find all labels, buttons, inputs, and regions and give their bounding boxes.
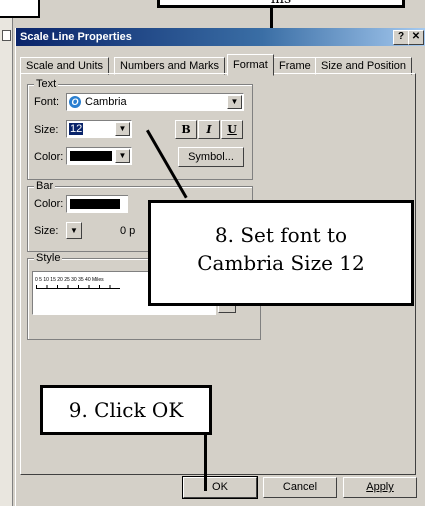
- bar-color-picker[interactable]: [66, 195, 128, 213]
- bar-size-value[interactable]: 0 p: [120, 225, 135, 237]
- bar-color-label: Color:: [34, 198, 64, 210]
- bold-button[interactable]: B: [175, 120, 197, 139]
- bar-size-label: Size:: [34, 225, 59, 237]
- ok-button[interactable]: OK: [182, 476, 258, 499]
- italic-button[interactable]: I: [198, 120, 220, 139]
- size-value: 12: [69, 123, 84, 135]
- symbol-button[interactable]: Symbol...: [178, 147, 244, 167]
- chevron-down-icon[interactable]: ▼: [115, 122, 130, 136]
- callout-partial-left: [0, 0, 40, 18]
- chevron-down-icon[interactable]: ▼: [227, 95, 242, 109]
- scale-preview-line: [36, 288, 120, 289]
- bar-size-spinner-down[interactable]: ▼: [66, 222, 82, 239]
- apply-button[interactable]: Apply: [343, 477, 417, 498]
- font-dropdown[interactable]: O Cambria ▼: [66, 93, 244, 111]
- tab-format[interactable]: Format: [227, 54, 274, 76]
- text-color-label: Color:: [34, 151, 64, 163]
- font-label: Font:: [34, 96, 60, 108]
- callout-click-ok-text: 9. Click OK: [68, 398, 184, 422]
- background-window-edge: [0, 0, 13, 506]
- text-group: Text Font: O Cambria ▼ Size: 12 ▼ B I U …: [27, 78, 253, 180]
- size-label: Size:: [34, 124, 59, 136]
- dialog-title: Scale Line Properties: [20, 31, 132, 43]
- callout-ok-leader: [204, 435, 207, 491]
- callout-set-font-line2: Cambria Size 12: [197, 251, 365, 275]
- callout-set-font: 8. Set font to Cambria Size 12: [148, 200, 414, 306]
- text-color-picker[interactable]: ▼: [66, 147, 132, 165]
- text-group-label: Text: [34, 78, 59, 90]
- style-group-label: Style: [34, 252, 63, 264]
- opentype-font-icon: O: [69, 96, 81, 108]
- underline-button[interactable]: U: [221, 120, 243, 139]
- text-color-swatch: [70, 151, 112, 161]
- callout-set-font-line1: 8. Set font to: [214, 223, 348, 247]
- help-button[interactable]: ?: [393, 30, 409, 45]
- scale-preview-labels: 0 5 10 15 20 25 30 35 40 Miles: [35, 277, 104, 283]
- close-button[interactable]: ✕: [408, 30, 424, 45]
- window-icon: [2, 30, 11, 41]
- dialog-titlebar[interactable]: Scale Line Properties ? ✕: [16, 28, 425, 46]
- size-dropdown[interactable]: 12 ▼: [66, 120, 132, 138]
- callout-top-text: ms: [271, 0, 291, 7]
- callout-top: ms: [157, 0, 405, 8]
- bar-color-swatch: [70, 199, 120, 209]
- font-value: Cambria: [85, 96, 127, 108]
- chevron-down-icon[interactable]: ▼: [115, 149, 130, 163]
- callout-click-ok: 9. Click OK: [40, 385, 212, 435]
- cancel-button[interactable]: Cancel: [263, 477, 337, 498]
- scale-preview-ticks: [36, 285, 120, 288]
- bar-group-label: Bar: [34, 180, 56, 192]
